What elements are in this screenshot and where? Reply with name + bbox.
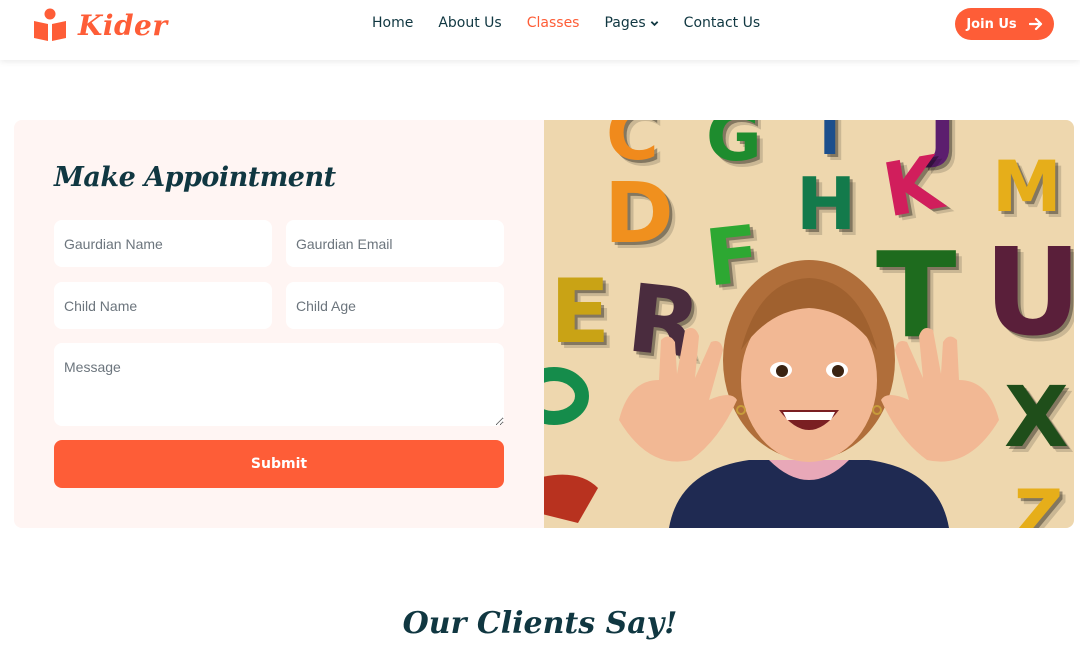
submit-button[interactable]: Submit <box>54 440 504 488</box>
nav-about-us[interactable]: About Us <box>438 15 501 31</box>
navbar: Kider Home About Us Classes Pages Contac… <box>0 0 1080 60</box>
appointment-title: Make Appointment <box>54 162 336 193</box>
child-with-letters-photo: C G I J D F H K M E R T U X Z <box>544 120 1074 528</box>
brand-name: Kider <box>78 8 168 42</box>
child-age-input[interactable] <box>286 282 504 329</box>
photo-letter: G <box>706 120 762 177</box>
nav-pages-dropdown[interactable]: Pages <box>604 15 658 31</box>
nav-contact-us[interactable]: Contact Us <box>684 15 760 31</box>
guardian-email-input[interactable] <box>286 220 504 267</box>
photo-letter: H <box>796 162 857 246</box>
nav-home[interactable]: Home <box>372 15 413 31</box>
guardian-name-input[interactable] <box>54 220 272 267</box>
chevron-down-icon <box>650 20 658 26</box>
book-reader-icon <box>34 8 66 41</box>
photo-letter: D <box>604 164 674 262</box>
girl-illustration <box>619 260 999 528</box>
main-nav: Home About Us Classes Pages Contact Us <box>372 0 785 46</box>
nav-pages-label: Pages <box>604 15 646 31</box>
message-textarea[interactable] <box>54 343 504 426</box>
child-name-input[interactable] <box>54 282 272 329</box>
photo-letter: M <box>992 146 1062 228</box>
arrow-right-icon <box>1028 17 1042 31</box>
clients-section-title: Our Clients Say! <box>402 606 678 641</box>
brand-logo[interactable]: Kider <box>32 7 168 43</box>
photo-letter: Z <box>1014 476 1064 528</box>
green-ring-shape <box>544 367 589 425</box>
nav-classes[interactable]: Classes <box>527 15 580 31</box>
join-us-button[interactable]: Join Us <box>955 8 1054 40</box>
photo-letter: I <box>819 120 841 168</box>
join-us-label: Join Us <box>966 16 1017 32</box>
